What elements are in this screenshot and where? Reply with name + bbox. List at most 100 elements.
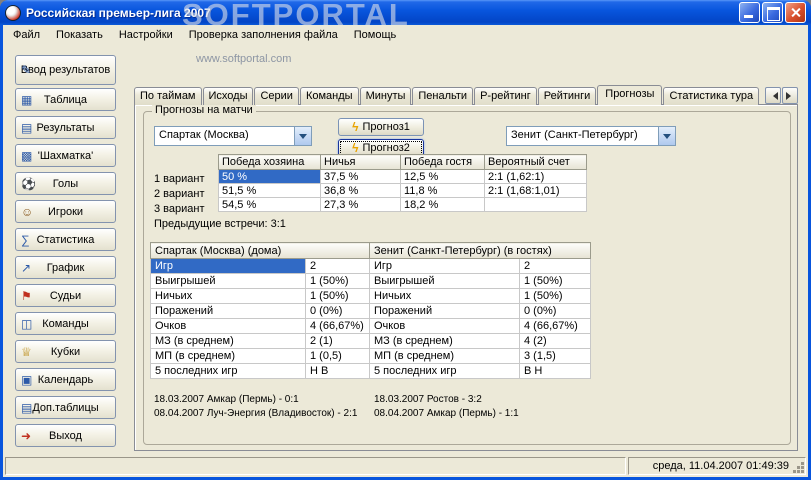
table-cell[interactable]: 1 (50%) — [305, 288, 370, 304]
sidebar-item-statistika[interactable]: ∑ Статистика — [15, 228, 116, 251]
resize-grip[interactable] — [801, 470, 804, 473]
table-cell[interactable]: 1 (0,5) — [305, 348, 370, 364]
minimize-button[interactable] — [739, 2, 760, 23]
tab-minuty[interactable]: Минуты — [359, 87, 412, 105]
table-cell[interactable]: 2 — [305, 258, 370, 274]
sidebar-item-label: Календарь — [37, 373, 94, 386]
tab-komandy[interactable]: Команды — [299, 87, 359, 105]
table-cell[interactable]: Н В — [305, 363, 370, 379]
table-cell[interactable]: Ничьих — [369, 288, 520, 304]
sidebar-item-goly[interactable]: ⚽ Голы — [15, 172, 116, 195]
table-cell[interactable]: 2 — [519, 258, 591, 274]
sidebar-item-label: Доп.таблицы — [32, 401, 99, 414]
table-cell[interactable]: МП (в среднем) — [150, 348, 306, 364]
table-cell[interactable]: Выигрышей — [150, 273, 306, 289]
sidebar-item-grafik[interactable]: ↗ График — [15, 256, 116, 279]
dropdown-button[interactable] — [294, 127, 311, 145]
tab-prognozy[interactable]: Прогнозы — [597, 85, 663, 105]
table-cell[interactable]: Поражений — [150, 303, 306, 319]
table-cell[interactable]: 1 (50%) — [519, 273, 591, 289]
tab-scroll-left-button[interactable] — [765, 87, 781, 104]
sidebar-item-shahmatka[interactable]: ▩ 'Шахматка' — [15, 144, 116, 167]
column-header[interactable]: Вероятный счет — [484, 154, 587, 170]
tab-po-taimam[interactable]: По таймам — [134, 87, 202, 105]
table-cell[interactable]: Выигрышей — [369, 273, 520, 289]
table-cell[interactable]: 4 (2) — [519, 333, 591, 349]
home-team-combobox[interactable]: Спартак (Москва) — [154, 126, 312, 146]
table-cell[interactable]: 0 (0%) — [519, 303, 591, 319]
table-cell-selected[interactable]: 50 % — [218, 169, 321, 184]
sidebar-item-igroki[interactable]: ☺ Игроки — [15, 200, 116, 223]
table-cell[interactable]: 5 последних игр — [369, 363, 520, 379]
forecast-groupbox: Прогнозы на матчи Спартак (Москва) ϟ Про… — [143, 104, 791, 445]
maximize-button[interactable] — [762, 2, 783, 23]
table-cell[interactable] — [484, 197, 587, 212]
sidebar-item-kubki[interactable]: ♕ Кубки — [15, 340, 116, 363]
table-cell[interactable]: В Н — [519, 363, 591, 379]
away-stats-header[interactable]: Зенит (Санкт-Петербург) (в гостях) — [369, 242, 591, 259]
edit-icon: ✎ — [21, 63, 32, 77]
home-stats-header[interactable]: Спартак (Москва) (дома) — [150, 242, 370, 259]
close-button[interactable] — [785, 2, 806, 23]
tab-r-reiting[interactable]: Р-рейтинг — [474, 87, 537, 105]
table-cell[interactable]: Очков — [369, 318, 520, 334]
statusbar-panel — [5, 457, 626, 475]
table-cell[interactable]: 12,5 % — [400, 169, 485, 184]
statusbar: среда, 11.04.2007 01:49:39 — [3, 455, 808, 477]
tab-reitingi[interactable]: Рейтинги — [537, 87, 597, 105]
menu-file[interactable]: Файл — [5, 26, 48, 44]
table-cell[interactable]: 51,5 % — [218, 183, 321, 198]
titlebar[interactable]: Российская премьер-лига 2007 — [0, 0, 811, 25]
table-cell[interactable]: 3 (1,5) — [519, 348, 591, 364]
sidebar-item-kalendar[interactable]: ▣ Календарь — [15, 368, 116, 391]
table-cell[interactable]: 54,5 % — [218, 197, 321, 212]
table-cell[interactable]: 0 (0%) — [305, 303, 370, 319]
table-cell[interactable]: 11,8 % — [400, 183, 485, 198]
tab-scroll-right-button[interactable] — [782, 87, 798, 104]
table-cell[interactable]: МП (в среднем) — [369, 348, 520, 364]
table-cell[interactable]: 1 (50%) — [519, 288, 591, 304]
table-cell[interactable]: 36,8 % — [320, 183, 401, 198]
column-header[interactable]: Победа хозяина — [218, 154, 321, 170]
table-cell[interactable]: Игр — [369, 258, 520, 274]
table-cell[interactable]: МЗ (в среднем) — [369, 333, 520, 349]
table-cell[interactable]: 2:1 (1,62:1) — [484, 169, 587, 184]
menu-settings[interactable]: Настройки — [111, 26, 181, 44]
home-history-line: 08.04.2007 Луч-Энергия (Владивосток) - 2… — [154, 408, 358, 419]
sidebar-item-dop-tablitsy[interactable]: ▤ Доп.таблицы — [15, 396, 116, 419]
tab-statistika-tura[interactable]: Статистика тура — [663, 87, 760, 105]
table-cell[interactable]: 27,3 % — [320, 197, 401, 212]
table-cell[interactable]: 1 (50%) — [305, 273, 370, 289]
sidebar-item-sudi[interactable]: ⚑ Судьи — [15, 284, 116, 307]
table-cell[interactable]: 4 (66,67%) — [305, 318, 370, 334]
results-icon: ▤ — [21, 120, 33, 135]
table-cell-selected[interactable]: Игр — [150, 258, 306, 274]
table-cell[interactable]: 4 (66,67%) — [519, 318, 591, 334]
table-cell[interactable]: 2 (1) — [305, 333, 370, 349]
sidebar-item-vvod-rezultatov[interactable]: ✎ Ввод результатов — [15, 55, 116, 85]
table-cell[interactable]: МЗ (в среднем) — [150, 333, 306, 349]
tab-penalti[interactable]: Пенальти — [412, 87, 474, 105]
table-cell[interactable]: 37,5 % — [320, 169, 401, 184]
dropdown-button[interactable] — [658, 127, 675, 145]
tab-bar: По таймам Исходы Серии Команды Минуты Пе… — [134, 84, 762, 105]
menu-show[interactable]: Показать — [48, 26, 111, 44]
menu-check-file[interactable]: Проверка заполнения файла — [181, 26, 346, 44]
sidebar-item-vykhod[interactable]: ➜ Выход — [15, 424, 116, 447]
away-team-combobox[interactable]: Зенит (Санкт-Петербург) — [506, 126, 676, 146]
table-cell[interactable]: Ничьих — [150, 288, 306, 304]
table-cell[interactable]: 2:1 (1,68:1,01) — [484, 183, 587, 198]
sidebar-item-rezultaty[interactable]: ▤ Результаты — [15, 116, 116, 139]
tab-iskhody[interactable]: Исходы — [202, 87, 254, 105]
table-cell[interactable]: 5 последних игр — [150, 363, 306, 379]
column-header[interactable]: Победа гостя — [400, 154, 485, 170]
column-header[interactable]: Ничья — [320, 154, 401, 170]
menu-help[interactable]: Помощь — [346, 26, 405, 44]
table-cell[interactable]: Очков — [150, 318, 306, 334]
table-cell[interactable]: 18,2 % — [400, 197, 485, 212]
sidebar-item-komandy[interactable]: ◫ Команды — [15, 312, 116, 335]
tab-serii[interactable]: Серии — [254, 87, 299, 105]
sidebar-item-tablitsa[interactable]: ▦ Таблица — [15, 88, 116, 111]
forecast1-button[interactable]: ϟ Прогноз1 — [338, 118, 424, 136]
table-cell[interactable]: Поражений — [369, 303, 520, 319]
